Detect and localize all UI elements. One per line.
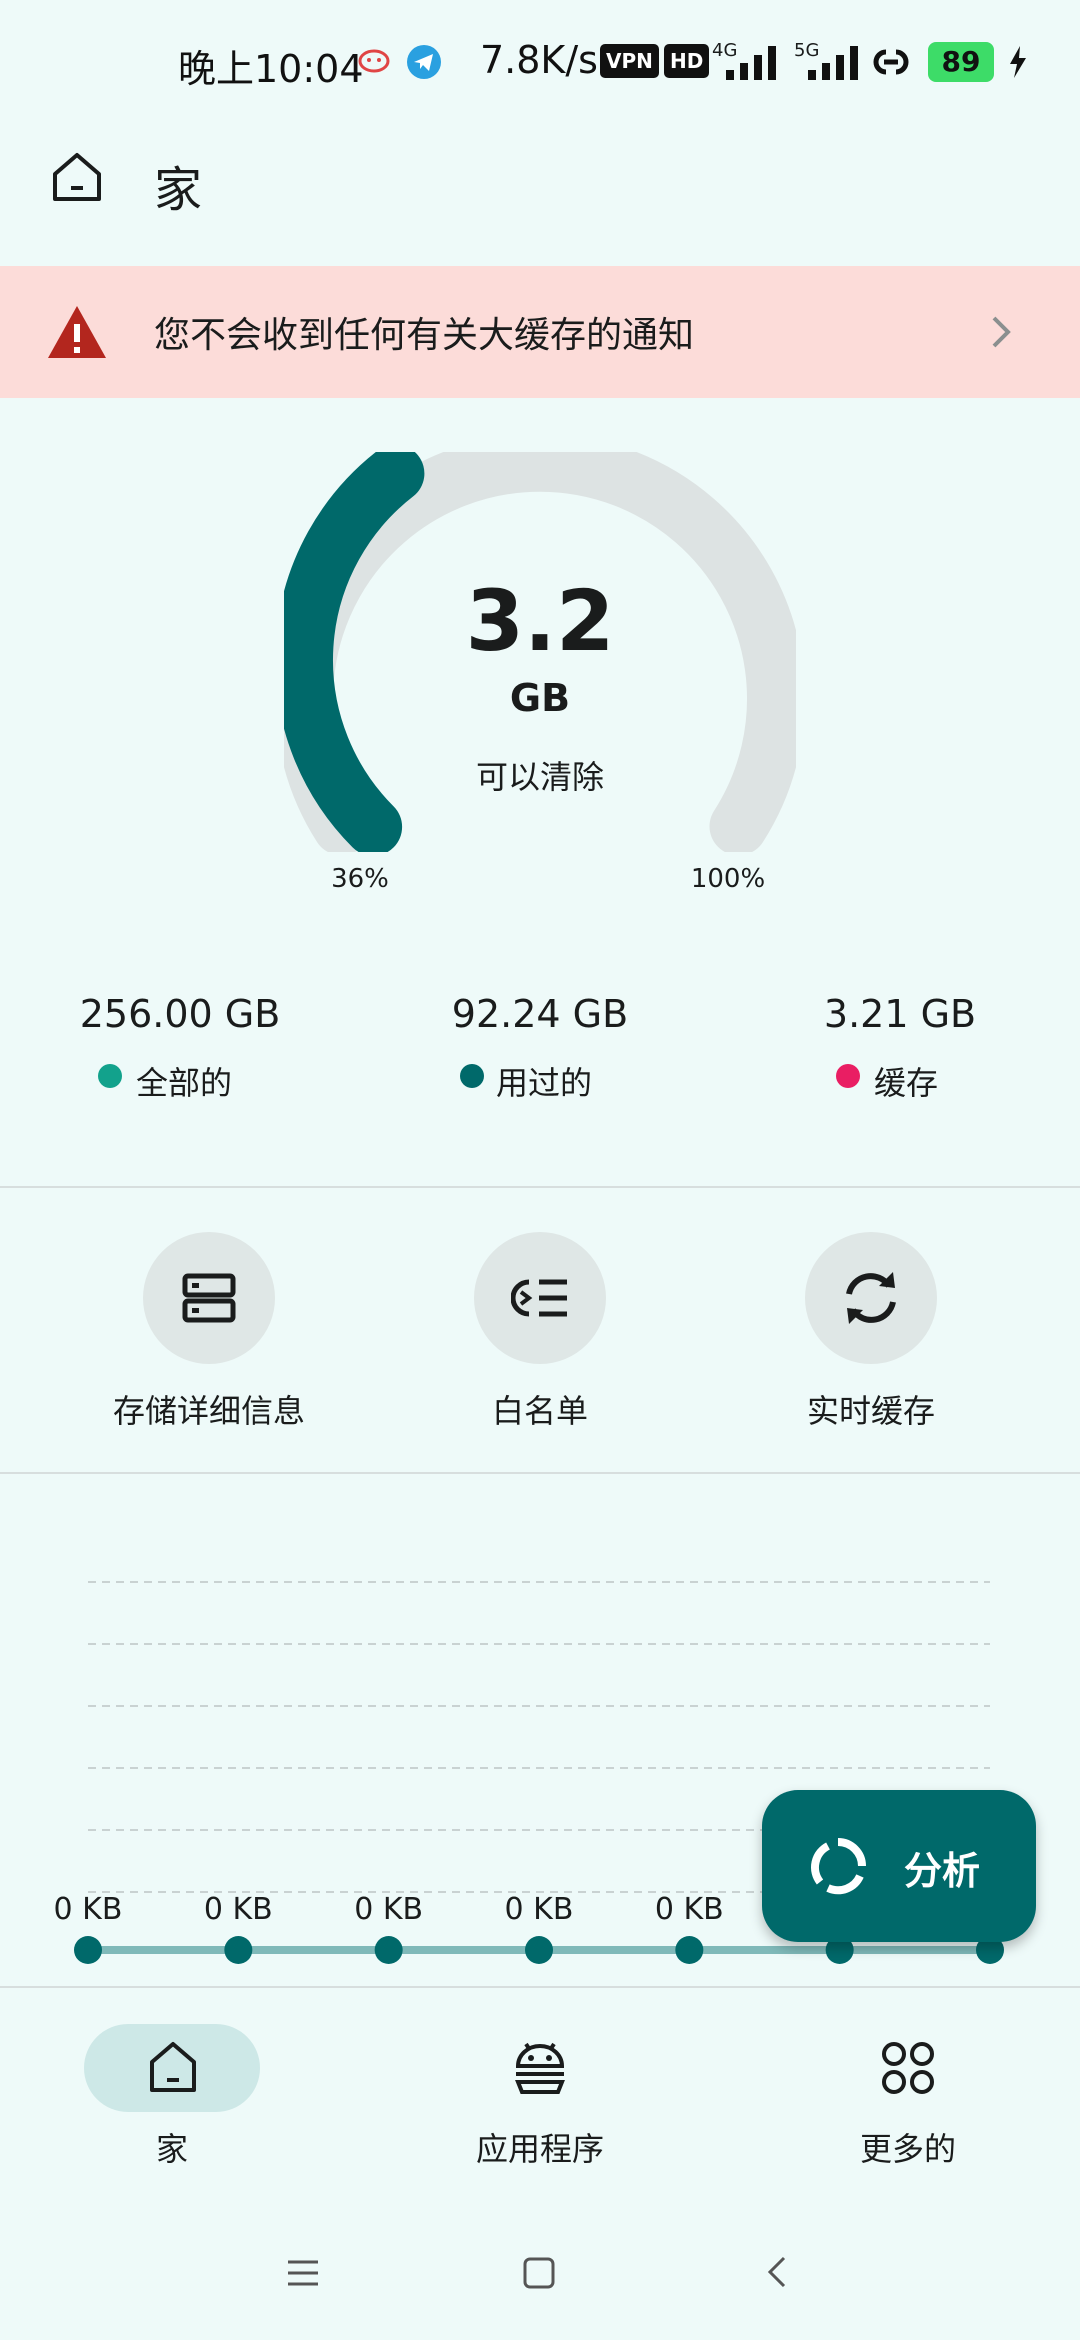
analyze-icon	[811, 1838, 866, 1895]
menu-icon[interactable]	[286, 2258, 320, 2288]
whitelist-icon	[511, 1279, 567, 1317]
chart-point-label: 0 KB	[504, 1892, 574, 1927]
storage-details-label: 存储详细信息	[112, 1392, 305, 1430]
cleanable-size: 3.2	[465, 572, 615, 670]
battery-level: 89	[928, 42, 994, 82]
chart-point	[74, 1936, 102, 1964]
apps-grid-icon[interactable]	[880, 2040, 936, 2096]
divider	[0, 1472, 1080, 1474]
divider	[0, 1186, 1080, 1188]
stat-cache-label: 缓存	[874, 1064, 939, 1102]
analyze-button[interactable]	[762, 1790, 1036, 1942]
back-icon[interactable]	[764, 2254, 790, 2290]
divider	[0, 1986, 1080, 1988]
stat-used-label: 用过的	[496, 1064, 593, 1102]
storage-icon	[182, 1273, 236, 1323]
hd-badge: HD	[664, 44, 710, 78]
chart-point-label: 0 KB	[654, 1892, 724, 1927]
stat-cache-dot	[836, 1064, 860, 1088]
stat-total-value: 256.00 GB	[79, 992, 281, 1036]
chart-point	[374, 1936, 403, 1964]
telegram-icon	[407, 45, 441, 79]
stat-total-dot	[98, 1064, 122, 1088]
android-icon[interactable]	[512, 2040, 568, 2094]
charging-icon	[1010, 46, 1026, 78]
whitelist-label: 白名单	[491, 1392, 588, 1430]
warning-text: 您不会收到任何有关大缓存的通知	[154, 315, 695, 356]
gauge-min-label: 36%	[331, 864, 389, 894]
chart-point	[675, 1936, 704, 1964]
sync-icon	[846, 1272, 896, 1324]
home-icon	[150, 2042, 196, 2092]
chart-point	[224, 1936, 253, 1964]
signal-5g-icon	[808, 46, 858, 80]
link-icon	[873, 49, 909, 75]
chart-point-label: 0 KB	[53, 1892, 123, 1927]
storage-details-button[interactable]	[143, 1232, 275, 1364]
chart-point-label: 0 KB	[354, 1892, 424, 1927]
vpn-badge: VPN	[600, 44, 659, 78]
chevron-right-icon	[992, 316, 1011, 348]
realtime-cache-button[interactable]	[805, 1232, 937, 1364]
cleanable-unit: GB	[509, 676, 571, 720]
cleanable-caption: 可以清除	[475, 758, 604, 796]
status-time: 晚上10:04	[178, 47, 364, 91]
signal-4g-icon	[726, 46, 776, 80]
home-icon	[53, 153, 101, 201]
chart-point	[525, 1936, 553, 1964]
warning-icon	[48, 306, 106, 358]
analyze-label: 分析	[904, 1849, 981, 1893]
stat-total-label: 全部的	[136, 1064, 233, 1102]
chart-point-label: 0 KB	[203, 1892, 273, 1927]
gauge-max-label: 100%	[690, 864, 766, 894]
stat-used-dot	[460, 1064, 484, 1088]
stat-used-value: 92.24 GB	[451, 992, 629, 1036]
nav-label-apps: 应用程序	[475, 2130, 604, 2168]
network-speed: 7.8K/s	[480, 38, 598, 82]
nav-label-home: 家	[155, 2130, 188, 2168]
page-title: 家	[154, 162, 203, 218]
nav-label-more: 更多的	[859, 2130, 956, 2168]
stat-cache-value: 3.21 GB	[823, 992, 977, 1036]
gauge-fill	[284, 452, 425, 852]
whitelist-button[interactable]	[474, 1232, 606, 1364]
app-notification-icon	[358, 49, 390, 73]
realtime-cache-label: 实时缓存	[806, 1392, 935, 1430]
status-bar: 晚上10:04 7.8K/s VPN HD 4G 5G 89	[0, 0, 1080, 120]
home-square-icon[interactable]	[522, 2256, 556, 2290]
